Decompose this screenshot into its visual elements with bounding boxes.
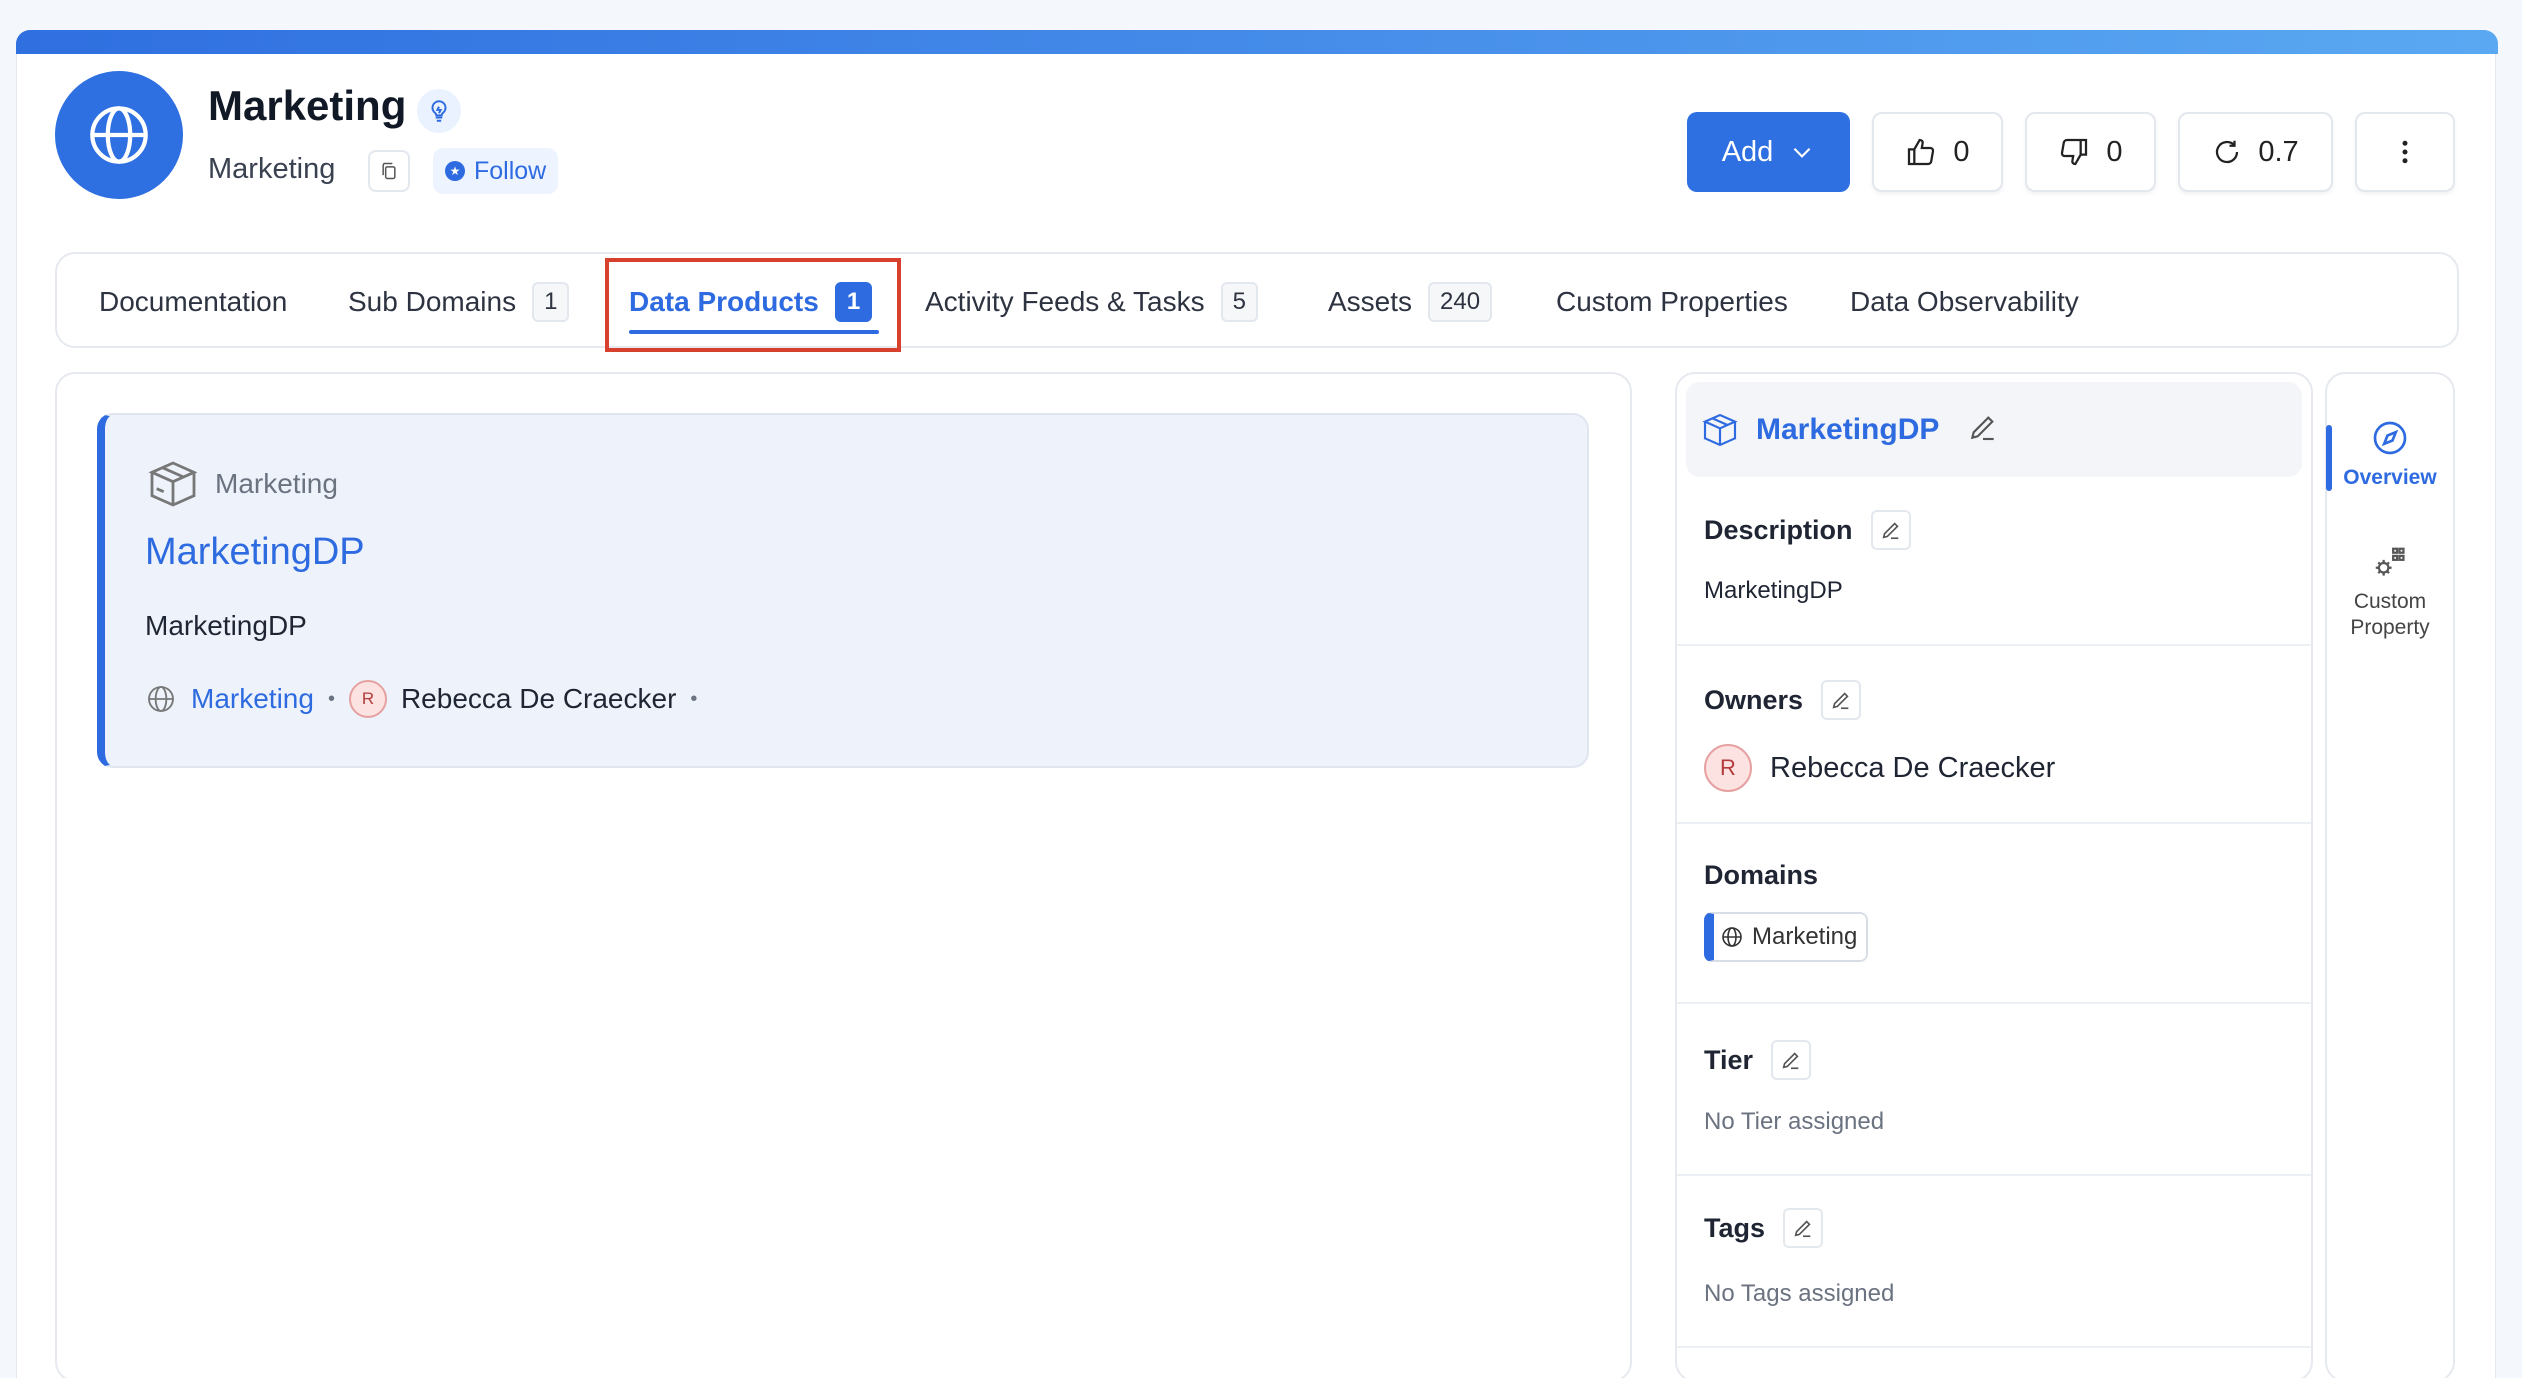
card-domain-label: Marketing — [215, 468, 338, 499]
owner-row: R Rebecca De Craecker — [1704, 744, 2055, 792]
card-breadcrumb: Marketing — [145, 456, 338, 512]
upvote-count: 0 — [1953, 135, 1970, 168]
separator-dot: • — [327, 687, 335, 710]
separator-dot: • — [690, 687, 698, 710]
star-icon: ★ — [445, 161, 465, 181]
add-button[interactable]: Add — [1687, 112, 1850, 192]
version-history-icon — [2216, 140, 2239, 164]
header-actions: Add 0 0 0.7 — [1687, 112, 2455, 192]
pencil-icon — [1782, 1052, 1799, 1070]
data-product-description: MarketingDP — [145, 610, 307, 641]
thumbs-down-icon — [2061, 138, 2088, 166]
owners-label: Owners — [1704, 684, 1804, 715]
description-label-row: Description — [1704, 510, 1911, 550]
add-button-label: Add — [1721, 135, 1774, 168]
tab-sub-domains[interactable]: Sub Domains 1 — [348, 254, 570, 350]
edit-tier-button[interactable] — [1771, 1040, 1812, 1080]
tab-count-badge: 240 — [1428, 282, 1493, 322]
tab-label: Sub Domains — [348, 286, 517, 317]
edit-description-button[interactable] — [1870, 510, 1911, 550]
kebab-menu-icon — [2402, 140, 2408, 164]
card-domain-link[interactable]: Marketing — [191, 683, 314, 715]
tab-count-badge: 5 — [1220, 282, 1258, 322]
page-subtitle: Marketing — [208, 153, 336, 185]
entity-tabs: Documentation Sub Domains 1 Data Product… — [55, 252, 2459, 348]
details-title[interactable]: MarketingDP — [1756, 413, 1939, 447]
data-product-icon — [1702, 413, 1738, 446]
description-value: MarketingDP — [1704, 577, 1843, 604]
tags-section: Tags No Tags assigned — [1677, 1176, 2311, 1348]
tab-label: Activity Feeds & Tasks — [925, 286, 1205, 317]
custom-property-icon — [2375, 547, 2405, 576]
owners-label-row: Owners — [1704, 680, 1862, 720]
thumbs-up-icon — [1908, 138, 1935, 166]
tab-label: Custom Properties — [1556, 286, 1788, 317]
lightbulb-icon[interactable] — [417, 89, 461, 133]
compass-icon — [2373, 421, 2407, 455]
side-tab-overview-label: Overview — [2343, 466, 2437, 489]
globe-icon — [148, 686, 174, 712]
tier-section: Tier No Tier assigned — [1677, 1004, 2311, 1176]
downvote-button[interactable]: 0 — [2025, 112, 2156, 192]
tags-label-row: Tags — [1704, 1208, 1824, 1248]
domains-label: Domains — [1704, 860, 1819, 890]
follow-label: Follow — [474, 156, 547, 185]
chevron-down-icon — [1793, 147, 1811, 158]
owner-avatar: R — [348, 680, 387, 718]
card-owner-name[interactable]: Rebecca De Craecker — [401, 683, 676, 715]
pencil-icon — [1882, 522, 1899, 540]
tab-custom-properties[interactable]: Custom Properties — [1556, 254, 1788, 350]
data-product-icon — [148, 461, 198, 507]
domains-section: Domains Marketing — [1677, 824, 2311, 1004]
copy-button[interactable] — [368, 150, 410, 192]
owner-name[interactable]: Rebecca De Craecker — [1770, 752, 2055, 785]
data-product-name-link[interactable]: MarketingDP — [145, 531, 365, 574]
downvote-count: 0 — [2106, 135, 2123, 168]
description-label: Description — [1704, 514, 1853, 545]
side-tab-overview[interactable]: Overview — [2330, 418, 2450, 491]
tier-label-row: Tier — [1704, 1040, 1812, 1080]
tab-activity-feeds[interactable]: Activity Feeds & Tasks 5 — [925, 254, 1258, 350]
tab-documentation[interactable]: Documentation — [99, 254, 287, 350]
globe-icon — [1722, 927, 1742, 947]
description-section: Description MarketingDP — [1677, 480, 2311, 646]
tags-value: No Tags assigned — [1704, 1280, 1895, 1307]
data-product-meta: Marketing • R Rebecca De Craecker • — [145, 680, 697, 718]
domain-chip[interactable]: Marketing — [1704, 912, 1868, 962]
version-button[interactable]: 0.7 — [2178, 112, 2333, 192]
side-tab-custom-label-2: Property — [2350, 616, 2430, 639]
pencil-icon — [1971, 416, 1995, 441]
edit-tags-button[interactable] — [1783, 1208, 1824, 1248]
side-tab-custom-label-1: Custom — [2353, 590, 2427, 613]
top-accent-bar — [16, 30, 2498, 54]
tab-data-observability[interactable]: Data Observability — [1850, 254, 2079, 350]
details-header: MarketingDP — [1686, 382, 2302, 477]
tags-label: Tags — [1704, 1212, 1766, 1243]
tab-count-badge: 1 — [532, 282, 570, 322]
pencil-icon — [1832, 692, 1849, 710]
more-options-button[interactable] — [2355, 112, 2455, 192]
tab-label: Data Observability — [1850, 286, 2079, 317]
pencil-icon — [1794, 1220, 1811, 1238]
side-tab-custom-property[interactable]: Custom Property — [2330, 544, 2450, 641]
upvote-button[interactable]: 0 — [1872, 112, 2003, 192]
domain-chip-label: Marketing — [1752, 923, 1858, 950]
tab-label: Assets — [1328, 286, 1413, 317]
owners-section: Owners R Rebecca De Craecker — [1677, 646, 2311, 824]
domain-globe-icon — [55, 71, 183, 199]
tab-assets[interactable]: Assets 240 — [1328, 254, 1493, 350]
tab-label: Documentation — [99, 286, 288, 317]
edit-name-button[interactable] — [1967, 411, 1999, 448]
highlight-box — [605, 258, 901, 352]
page-title: Marketing — [208, 82, 407, 129]
tier-value: No Tier assigned — [1704, 1108, 1885, 1135]
copy-icon — [382, 162, 396, 180]
tier-label: Tier — [1704, 1044, 1754, 1075]
follow-button[interactable]: ★ Follow — [433, 148, 559, 194]
edit-owners-button[interactable] — [1821, 680, 1862, 720]
owner-avatar: R — [1704, 744, 1752, 792]
side-tabs-panel — [2325, 372, 2455, 1378]
version-value: 0.7 — [2258, 135, 2299, 168]
